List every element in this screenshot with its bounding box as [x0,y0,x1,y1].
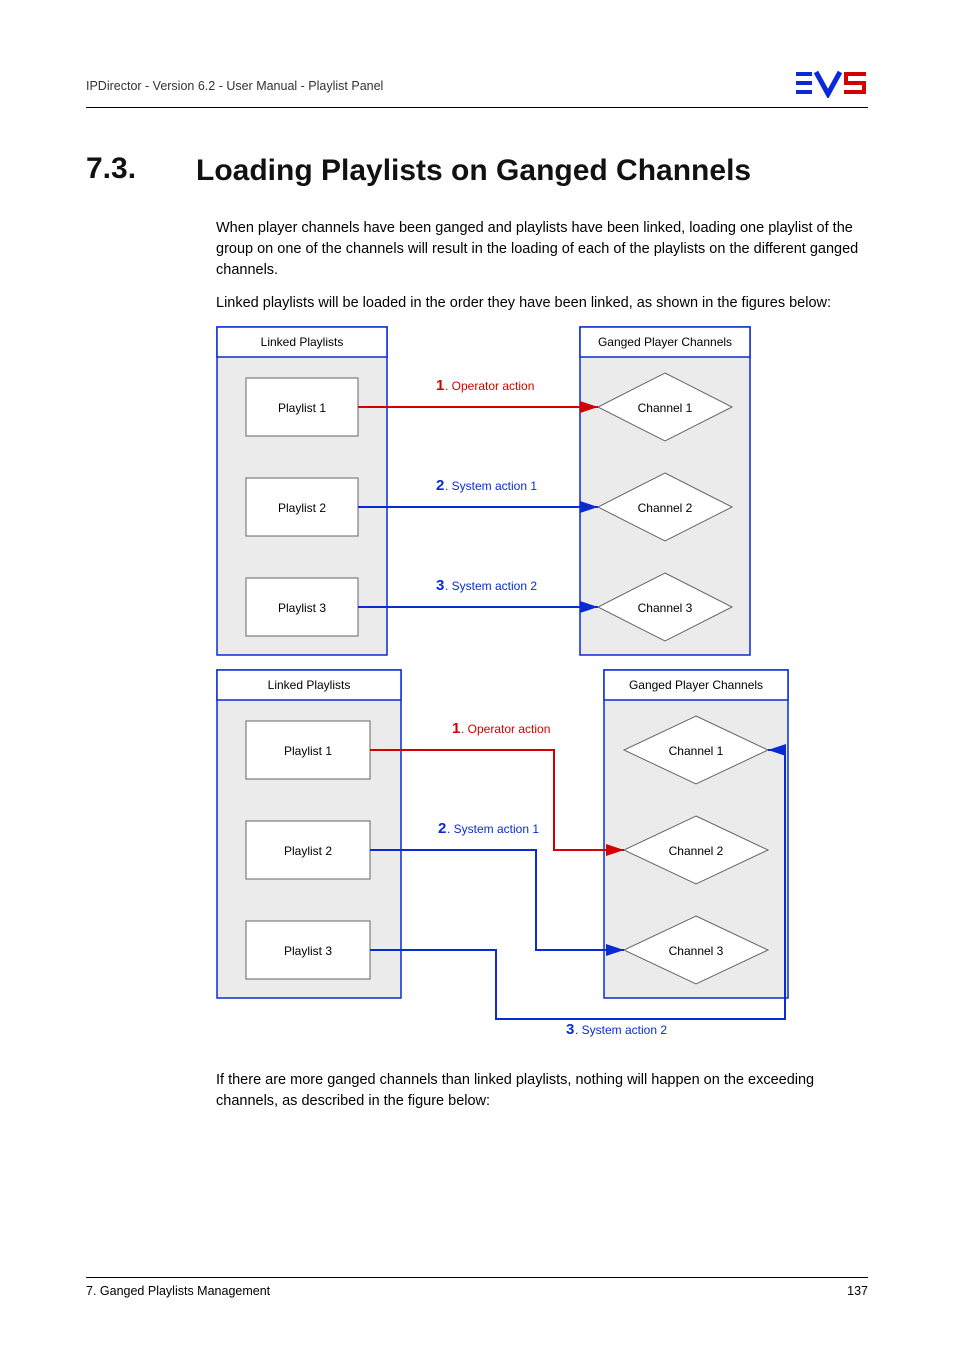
diagram-2: Linked Playlists Ganged Player Channels … [216,669,868,1044]
d1-num-1: 1 [436,377,444,394]
d2-num-2: 2 [438,820,446,837]
paragraph-1: When player channels have been ganged an… [216,218,868,281]
d1-playlist-3: Playlist 3 [278,601,326,615]
evs-logo [796,68,868,103]
diagram-1: Linked Playlists Ganged Player Channels … [216,326,868,661]
d1-right-header: Ganged Player Channels [598,335,732,349]
d2-playlist-1: Playlist 1 [284,744,332,758]
d2-channel-1: Channel 1 [669,744,724,758]
section-title: Loading Playlists on Ganged Channels [196,152,751,190]
d2-label-2: . System action 1 [447,822,539,836]
d1-playlist-2: Playlist 2 [278,501,326,515]
d2-label-1: . Operator action [461,722,550,736]
footer-page-number: 137 [847,1284,868,1298]
d1-label-3: . System action 2 [445,579,537,593]
d1-channel-2: Channel 2 [638,501,693,515]
d2-right-header: Ganged Player Channels [629,678,763,692]
d2-channel-2: Channel 2 [669,844,724,858]
page-footer: 7. Ganged Playlists Management 137 [86,1277,868,1298]
paragraph-2: Linked playlists will be loaded in the o… [216,293,868,314]
d2-label-3: . System action 2 [575,1023,667,1037]
d1-channel-1: Channel 1 [638,401,693,415]
d2-playlist-3: Playlist 3 [284,944,332,958]
page-header: IPDirector - Version 6.2 - User Manual -… [86,68,868,108]
d1-label-1: . Operator action [445,379,534,393]
d2-channel-3: Channel 3 [669,944,724,958]
section-number: 7.3. [86,152,158,190]
d2-num-1: 1 [452,720,460,737]
paragraph-3: If there are more ganged channels than l… [216,1070,868,1112]
d1-playlist-1: Playlist 1 [278,401,326,415]
d1-left-header: Linked Playlists [261,335,344,349]
d1-num-2: 2 [436,477,444,494]
d2-num-3: 3 [566,1021,574,1038]
footer-chapter: 7. Ganged Playlists Management [86,1284,270,1298]
d1-channel-3: Channel 3 [638,601,693,615]
d1-num-3: 3 [436,577,444,594]
d2-left-header: Linked Playlists [268,678,351,692]
d1-label-2: . System action 1 [445,479,537,493]
section-heading: 7.3. Loading Playlists on Ganged Channel… [86,152,868,190]
doc-title: IPDirector - Version 6.2 - User Manual -… [86,79,383,93]
d2-playlist-2: Playlist 2 [284,844,332,858]
